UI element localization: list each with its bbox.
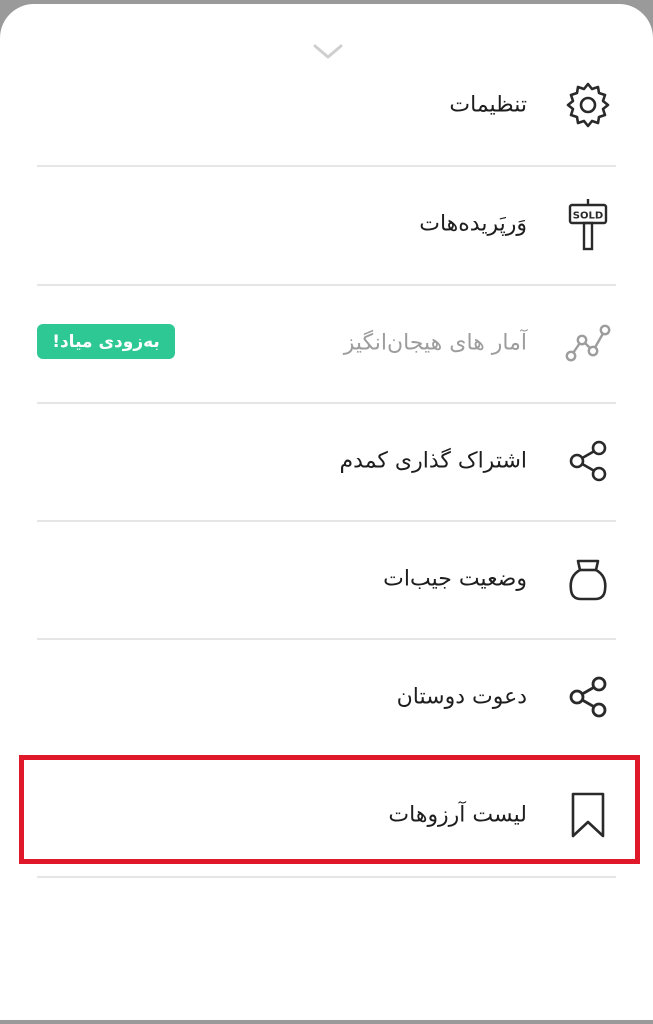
bottom-sheet: تنظیمات SOLD وَرپَریده‌هات آمار های هی	[0, 4, 653, 1020]
highlight-box	[19, 755, 640, 864]
menu-item-share-closet[interactable]: اشتراک گذاری کمدم	[0, 402, 653, 520]
menu-item-label: وضعیت جیب‌ات	[383, 566, 527, 592]
money-bag-icon	[563, 554, 613, 604]
chart-line-icon	[563, 318, 613, 368]
menu-item-settings[interactable]: تنظیمات	[0, 46, 653, 164]
sold-sign-text: SOLD	[573, 211, 603, 222]
share-icon	[563, 672, 613, 722]
divider	[37, 876, 616, 878]
share-icon	[563, 436, 613, 486]
gear-icon	[563, 80, 613, 130]
menu-item-label: آمار های هیجان‌انگیز	[343, 330, 527, 356]
menu-item-sold[interactable]: SOLD وَرپَریده‌هات	[0, 165, 653, 283]
menu-item-label: دعوت دوستان	[396, 684, 527, 710]
menu-item-label: وَرپَریده‌هات	[419, 211, 527, 237]
sold-sign-icon: SOLD	[563, 199, 613, 251]
menu-item-invite-friends[interactable]: دعوت دوستان	[0, 638, 653, 756]
coming-soon-badge: به‌زودی میاد!	[37, 324, 175, 359]
menu-item-label: تنظیمات	[449, 92, 527, 118]
menu-item-label: اشتراک گذاری کمدم	[339, 448, 527, 474]
menu-item-wallet[interactable]: وضعیت جیب‌ات	[0, 520, 653, 638]
